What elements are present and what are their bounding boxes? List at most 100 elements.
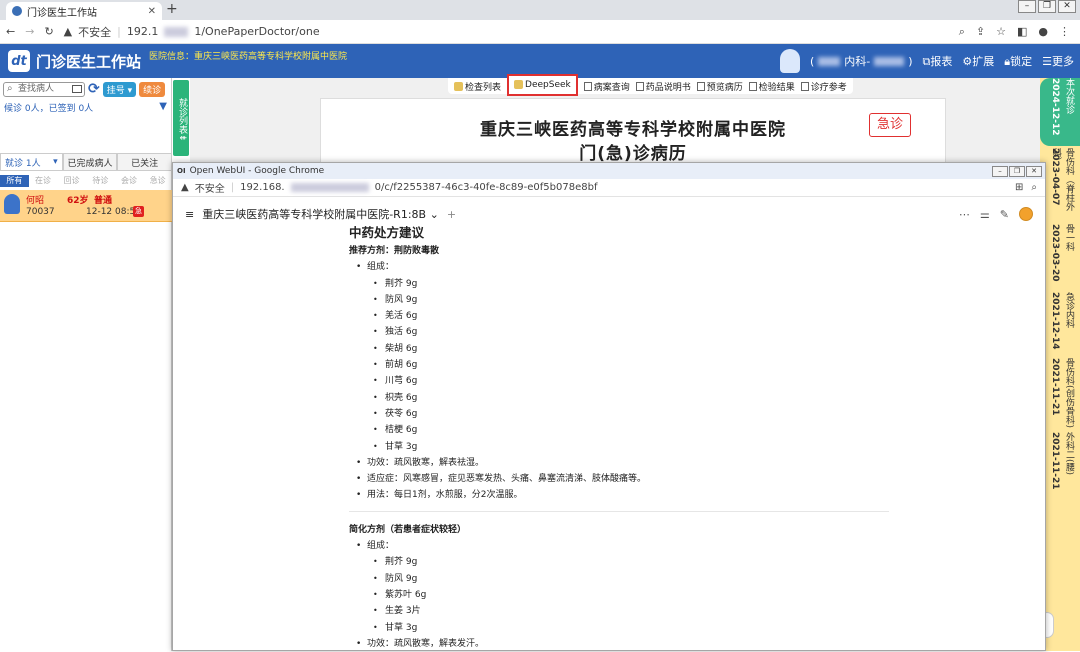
visit-date: 2024-12-12 xyxy=(1050,78,1060,136)
doc-icon xyxy=(696,81,705,91)
translate-icon[interactable]: ⊞ xyxy=(1015,182,1023,193)
dept-label: 内科- xyxy=(844,55,871,68)
visit-dept: 骨一科 xyxy=(1064,224,1074,251)
visit-item-current[interactable]: 2024-12-12 本次就诊 xyxy=(1040,78,1080,146)
tab-completed[interactable]: 已完成病人 xyxy=(62,153,118,170)
popup-minimize-icon[interactable]: – xyxy=(992,165,1008,177)
keyboard-icon[interactable] xyxy=(72,84,82,93)
back-icon[interactable]: ← xyxy=(6,25,15,38)
recommended-list: 组成： 荆芥 9g 防风 9g 羌活 6g 独活 6g 柴胡 6g 前胡 6g … xyxy=(349,259,889,504)
popup-titlebar: OI Open WebUI - Google Chrome – ❐ ✕ xyxy=(173,163,1045,179)
filter-consult[interactable]: 会诊 xyxy=(115,175,144,187)
app-favicon-icon xyxy=(12,6,22,16)
tool-drug-manual[interactable]: 药品说明书 xyxy=(635,80,691,93)
tool-preview-record[interactable]: 预览病历 xyxy=(696,80,743,93)
visit-item[interactable]: 2023-03-20 骨一科 xyxy=(1040,224,1080,292)
filter-return[interactable]: 回诊 xyxy=(57,175,86,187)
filter-icon[interactable]: ▼ xyxy=(159,101,167,114)
list-item: 组成： xyxy=(349,538,889,555)
user-avatar-icon[interactable] xyxy=(1019,207,1033,221)
patient-name: 何昭 xyxy=(26,196,45,206)
emergency-badge: 急 xyxy=(133,206,144,217)
address-bar[interactable]: ▲ 不安全 | 192.1 1/OnePaperDoctor/one xyxy=(64,24,949,40)
chat-header: ≡ 重庆三峡医药高等专科学校附属中医院-R1:8B ⌄ + ⋯ ⚌ ✎ xyxy=(173,203,1045,225)
visit-item[interactable]: 2023-04-07 骨伤科（脊柱外科） xyxy=(1040,148,1080,224)
box-icon xyxy=(514,80,524,89)
patient-panel: 查找病人 ⟳ 挂号 ▾ 续诊 候诊 0人，已签到 0人 ▼ 就诊 1人▾ 已完成… xyxy=(0,78,173,651)
reload-icon[interactable]: ↻ xyxy=(44,25,53,38)
paper-record-title: 门(急)诊病历 xyxy=(579,144,687,164)
herb-item: 荆芥 9g xyxy=(349,554,889,571)
controls-icon[interactable]: ⚌ xyxy=(980,208,990,221)
refresh-icon[interactable]: ⟳ xyxy=(88,81,100,97)
chat-response: 中药处方建议 推荐方剂：荆防败毒散 组成： 荆芥 9g 防风 9g 羌活 6g … xyxy=(349,225,889,652)
popup-close-icon[interactable]: ✕ xyxy=(1026,165,1042,177)
more-button[interactable]: ☰更多 xyxy=(1042,53,1074,69)
filter-in-visit[interactable]: 在诊 xyxy=(29,175,58,187)
warning-icon: ▲ xyxy=(181,182,189,193)
doctor-dept[interactable]: ( 内科- ) xyxy=(810,53,913,69)
url-redaction xyxy=(164,26,189,37)
add-model-icon[interactable]: + xyxy=(447,208,456,221)
zoom-icon[interactable]: ⌕ xyxy=(1031,182,1037,193)
share-icon[interactable]: ⇪ xyxy=(976,25,985,39)
close-window-icon[interactable]: ✕ xyxy=(1058,0,1076,13)
tool-record-query[interactable]: 病案查询 xyxy=(583,80,630,93)
patient-search-input[interactable]: 查找病人 xyxy=(3,81,85,97)
popup-address-bar[interactable]: ▲ 不安全 | 192.168. 0/c/f2255387-46c3-40fe-8… xyxy=(173,179,1045,197)
visit-list-toggle[interactable]: 就诊列表⇟ xyxy=(173,80,189,156)
browser-tab[interactable]: 门诊医生工作站 ✕ xyxy=(6,2,162,20)
visit-item[interactable]: 2021-11-21 外科二(腰) xyxy=(1040,432,1080,502)
patient-row[interactable]: 何昭 62岁 普通 70037 12-12 08:57 急 xyxy=(0,190,172,222)
paper-hospital-name: 重庆三峡医药高等专科学校附属中医院 xyxy=(480,120,786,140)
medical-record-paper: 重庆三峡医药高等专科学校附属中医院 门(急)诊病历 急诊 xyxy=(320,98,946,168)
list-item: 功效：疏风散寒，解表祛湿。 xyxy=(349,455,889,472)
lock-button[interactable]: 🔒︎锁定 xyxy=(1004,53,1032,69)
url-prefix: 192.168. xyxy=(240,182,285,193)
close-tab-icon[interactable]: ✕ xyxy=(148,6,156,17)
tab-title: 门诊医生工作站 xyxy=(27,7,97,19)
list-item: 功效：疏风散寒，解表发汗。 xyxy=(349,636,889,652)
extend-button[interactable]: ⚙扩展 xyxy=(962,53,994,69)
tool-check-list[interactable]: 检查列表 xyxy=(454,80,501,93)
herb-item: 枳壳 6g xyxy=(349,390,889,407)
visit-date: 2021-11-21 xyxy=(1050,358,1060,416)
report-button[interactable]: ⧉报表 xyxy=(923,53,953,69)
tool-lab-results[interactable]: 检验结果 xyxy=(748,80,795,93)
herb-item: 甘草 3g xyxy=(349,439,889,456)
new-chat-icon[interactable]: ✎ xyxy=(1000,208,1009,221)
restore-icon[interactable]: ❐ xyxy=(1038,0,1056,13)
filter-waiting[interactable]: 待诊 xyxy=(86,175,115,187)
visit-item[interactable]: 2021-11-21 骨伤科(创伤骨科) xyxy=(1040,358,1080,432)
filter-all[interactable]: 所有 xyxy=(0,175,29,187)
tab-followed[interactable]: 已关注 xyxy=(117,153,173,170)
revisit-button[interactable]: 续诊 xyxy=(139,81,166,97)
tool-clinical-ref[interactable]: 诊疗参考 xyxy=(800,80,847,93)
bookmark-star-icon[interactable]: ☆ xyxy=(996,25,1006,39)
doc-icon xyxy=(583,81,592,91)
herb-item: 前胡 6g xyxy=(349,357,889,374)
popup-restore-icon[interactable]: ❐ xyxy=(1009,165,1025,177)
forward-icon[interactable]: → xyxy=(25,25,34,38)
doctor-avatar-icon[interactable] xyxy=(779,49,800,73)
sidebar-toggle-icon[interactable]: ≡ xyxy=(185,208,194,221)
insecure-label: 不安全 xyxy=(194,184,225,195)
visit-item[interactable]: 2021-12-14 急诊内科 xyxy=(1040,292,1080,358)
profile-icon[interactable]: ● xyxy=(1038,25,1048,39)
register-button[interactable]: 挂号 ▾ xyxy=(102,81,137,97)
herb-item: 紫苏叶 6g xyxy=(349,587,889,604)
zoom-icon[interactable]: ⌕ xyxy=(959,25,965,39)
url-suffix: 1/OnePaperDoctor/one xyxy=(194,25,320,38)
new-tab-icon[interactable]: + xyxy=(166,1,178,17)
status-tabs: 就诊 1人 ▾ 已完成病人 已关注 xyxy=(0,153,173,171)
tab-in-visit[interactable]: 就诊 1人 ▾ xyxy=(0,153,63,170)
menu-icon[interactable]: ⋮ xyxy=(1059,25,1070,39)
minimize-icon[interactable]: – xyxy=(1018,0,1036,13)
more-options-icon[interactable]: ⋯ xyxy=(959,208,970,221)
patient-age: 62岁 xyxy=(67,196,89,206)
tool-deepseek[interactable]: DeepSeek xyxy=(507,73,578,96)
doc-icon xyxy=(748,81,757,91)
sidepanel-icon[interactable]: ◧ xyxy=(1017,25,1027,39)
model-selector[interactable]: 重庆三峡医药高等专科学校附属中医院-R1:8B ⌄ xyxy=(202,206,439,222)
filter-emergency[interactable]: 急诊 xyxy=(143,175,172,187)
